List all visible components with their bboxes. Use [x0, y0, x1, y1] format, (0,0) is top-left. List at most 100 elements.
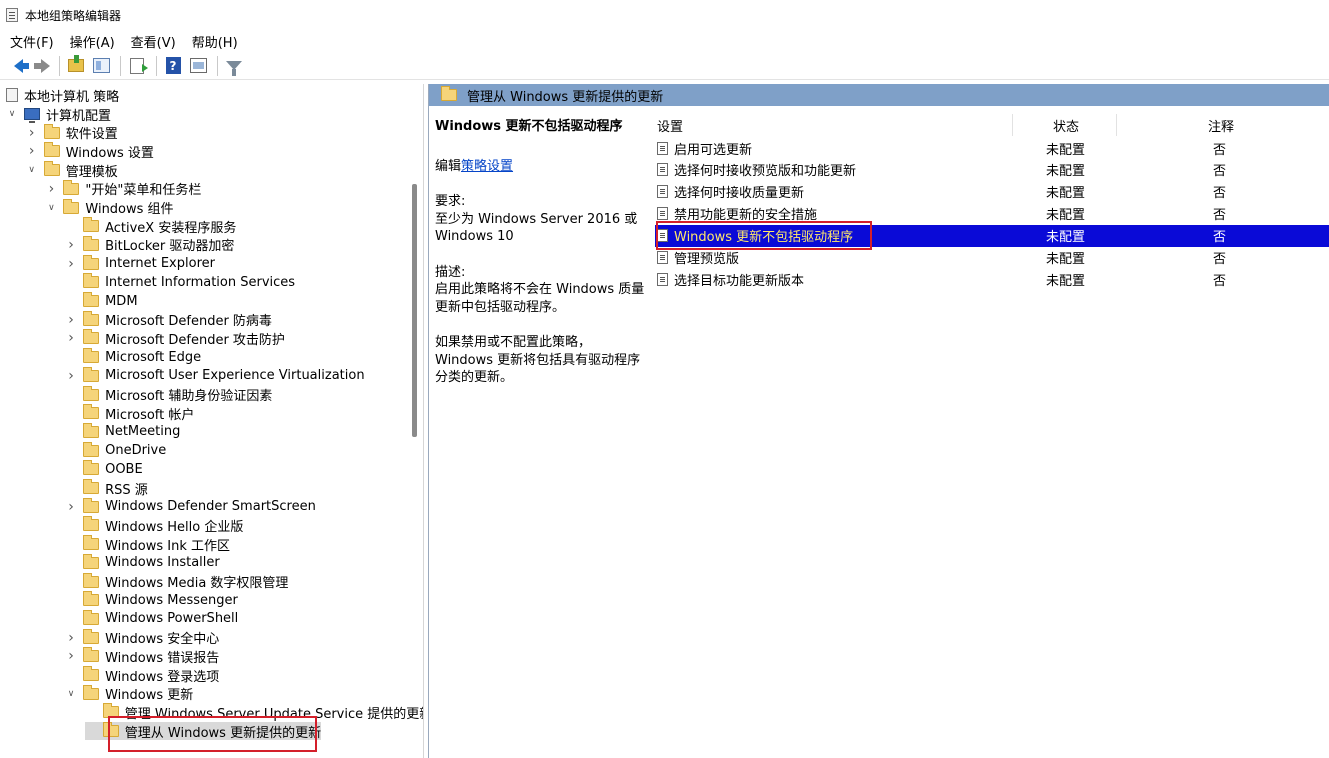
column-divider[interactable] — [1116, 114, 1117, 136]
tree-item-label: Windows 登录选项 — [105, 669, 220, 685]
tree-item[interactable]: NetMeeting — [65, 422, 181, 442]
chevron-right-icon[interactable]: › — [65, 499, 77, 515]
tree-item[interactable]: Windows Media 数字权限管理 — [65, 572, 288, 591]
setting-row[interactable]: 选择何时接收质量更新 未配置 否 — [655, 181, 1329, 203]
folder-icon — [43, 142, 60, 158]
tree-item[interactable]: ∨ Windows 组件 — [45, 198, 174, 217]
forward-button[interactable] — [29, 55, 51, 77]
chevron-right-icon[interactable]: › — [26, 143, 38, 159]
setting-comment: 否 — [1213, 208, 1227, 224]
tree-item[interactable]: › Windows 设置 — [26, 142, 154, 161]
tree-item[interactable]: › Windows 安全中心 — [65, 628, 219, 647]
details-header: 管理从 Windows 更新提供的更新 — [429, 84, 1329, 106]
column-header-setting[interactable]: 设置 — [657, 114, 1012, 136]
tree-item[interactable]: Microsoft 辅助身份验证因素 — [65, 385, 272, 404]
chevron-right-icon[interactable]: › — [65, 312, 77, 328]
chevron-right-icon[interactable]: › — [65, 648, 77, 664]
tree-item[interactable]: ActiveX 安装程序服务 — [65, 217, 236, 236]
tree-item[interactable]: Microsoft Edge — [65, 348, 201, 367]
back-button[interactable] — [4, 55, 29, 77]
tree-item-label: NetMeeting — [105, 424, 181, 440]
properties-button[interactable] — [187, 55, 209, 77]
tree-item[interactable]: ∨ 计算机配置 — [6, 105, 111, 124]
properties-icon — [189, 58, 207, 73]
chevron-down-icon[interactable]: ∨ — [6, 108, 18, 120]
tree-item[interactable]: OOBE — [65, 460, 143, 479]
tree-item-label: 计算机配置 — [46, 108, 112, 124]
menu-help[interactable]: 帮助(H) — [192, 32, 238, 51]
tree-item[interactable]: › Microsoft Defender 攻击防护 — [65, 329, 285, 348]
folder-icon — [83, 591, 100, 607]
tree-item[interactable]: ∨ Windows 更新 — [65, 684, 193, 703]
policy-setting-icon — [657, 272, 668, 286]
tree-item[interactable]: › Windows Defender SmartScreen — [65, 497, 316, 516]
filter-button[interactable] — [223, 55, 245, 77]
tree-item-label: Internet Explorer — [105, 256, 215, 272]
chevron-down-icon[interactable]: ∨ — [45, 202, 57, 214]
export-list-icon — [130, 57, 148, 74]
tree-item-label: MDM — [105, 293, 138, 309]
policy-root-icon — [6, 88, 18, 103]
tree-item[interactable]: › 软件设置 — [26, 123, 118, 142]
details-pane: 管理从 Windows 更新提供的更新 Windows 更新不包括驱动程序 编辑… — [428, 84, 1329, 758]
folder-icon — [83, 516, 100, 532]
tree-scrollbar[interactable] — [412, 184, 417, 437]
chevron-right-icon[interactable]: › — [26, 125, 38, 141]
tree-item[interactable]: Windows Ink 工作区 — [65, 535, 230, 554]
setting-name-cell: 选择何时接收质量更新 — [657, 181, 804, 203]
requirements-block: 要求: 至少为 Windows Server 2016 或 Windows 10 — [435, 193, 645, 246]
show-hide-tree-button[interactable] — [90, 55, 112, 77]
help-button[interactable]: ? — [162, 55, 184, 77]
menu-file[interactable]: 文件(F) — [10, 32, 54, 51]
tree-item[interactable]: › Internet Explorer — [65, 254, 215, 273]
column-divider[interactable] — [1012, 114, 1013, 136]
tree-item[interactable]: Windows Hello 企业版 — [65, 516, 243, 535]
chevron-right-icon[interactable]: › — [65, 630, 77, 646]
menu-action[interactable]: 操作(A) — [70, 32, 115, 51]
tree-item[interactable]: › "开始"菜单和任务栏 — [45, 179, 201, 198]
column-header-state[interactable]: 状态 — [1053, 114, 1113, 136]
chevron-right-icon[interactable]: › — [65, 368, 77, 384]
folder-icon — [83, 572, 100, 588]
folder-icon — [83, 329, 100, 345]
tree-item[interactable]: › BitLocker 驱动器加密 — [65, 235, 234, 254]
chevron-down-icon[interactable]: ∨ — [26, 164, 38, 176]
tree-item[interactable]: MDM — [65, 292, 138, 311]
chevron-right-icon[interactable]: › — [65, 330, 77, 346]
chevron-right-icon[interactable]: › — [45, 181, 57, 197]
computer-icon — [24, 108, 40, 124]
folder-icon — [83, 535, 100, 551]
up-one-level-button[interactable] — [65, 55, 87, 77]
setting-row[interactable]: 选择目标功能更新版本 未配置 否 — [655, 268, 1329, 290]
tree-item[interactable]: Microsoft 帐户 — [65, 404, 194, 423]
setting-row[interactable]: 选择何时接收预览版和功能更新 未配置 否 — [655, 159, 1329, 181]
tree-item[interactable]: › Microsoft Defender 防病毒 — [65, 310, 272, 329]
setting-state: 未配置 — [1046, 142, 1086, 158]
tree-item[interactable]: ∨ 管理模板 — [26, 161, 118, 180]
edit-policy-settings-link[interactable]: 策略设置 — [461, 159, 513, 174]
menu-view[interactable]: 查看(V) — [131, 32, 176, 51]
tree-item[interactable]: Windows 登录选项 — [65, 666, 219, 685]
tree-item[interactable]: Internet Information Services — [65, 273, 295, 292]
tree-item[interactable]: › Windows 错误报告 — [65, 647, 219, 666]
tree-item[interactable]: Windows Installer — [65, 553, 220, 573]
tree-item[interactable]: Windows Messenger — [65, 591, 238, 610]
tree-item[interactable]: 本地计算机 策略 — [6, 86, 119, 105]
tree-item[interactable]: RSS 源 — [65, 479, 148, 498]
tree-item[interactable]: Windows PowerShell — [65, 609, 238, 629]
description-title: Windows 更新不包括驱动程序 — [435, 119, 623, 134]
chevron-right-icon[interactable]: › — [65, 256, 77, 272]
setting-name: 选择何时接收预览版和功能更新 — [674, 164, 857, 180]
setting-name-cell: 选择何时接收预览版和功能更新 — [657, 159, 856, 181]
setting-row[interactable]: 启用可选更新 未配置 否 — [655, 137, 1329, 159]
export-list-button[interactable] — [126, 55, 148, 77]
tree-item[interactable]: OneDrive — [65, 441, 166, 460]
toolbar: ? — [0, 52, 1329, 80]
column-header-comment[interactable]: 注释 — [1208, 114, 1268, 136]
navigation-tree[interactable]: 本地计算机 策略 ∨ 计算机配置 › 软件设置 › Windows 设置 ∨ 管理模板 › "开始"… — [0, 84, 424, 758]
folder-icon — [441, 86, 457, 101]
chevron-right-icon[interactable]: › — [65, 237, 77, 253]
chevron-down-icon[interactable]: ∨ — [65, 688, 77, 700]
tree-item[interactable]: › Microsoft User Experience Virtualizatio… — [65, 366, 365, 386]
